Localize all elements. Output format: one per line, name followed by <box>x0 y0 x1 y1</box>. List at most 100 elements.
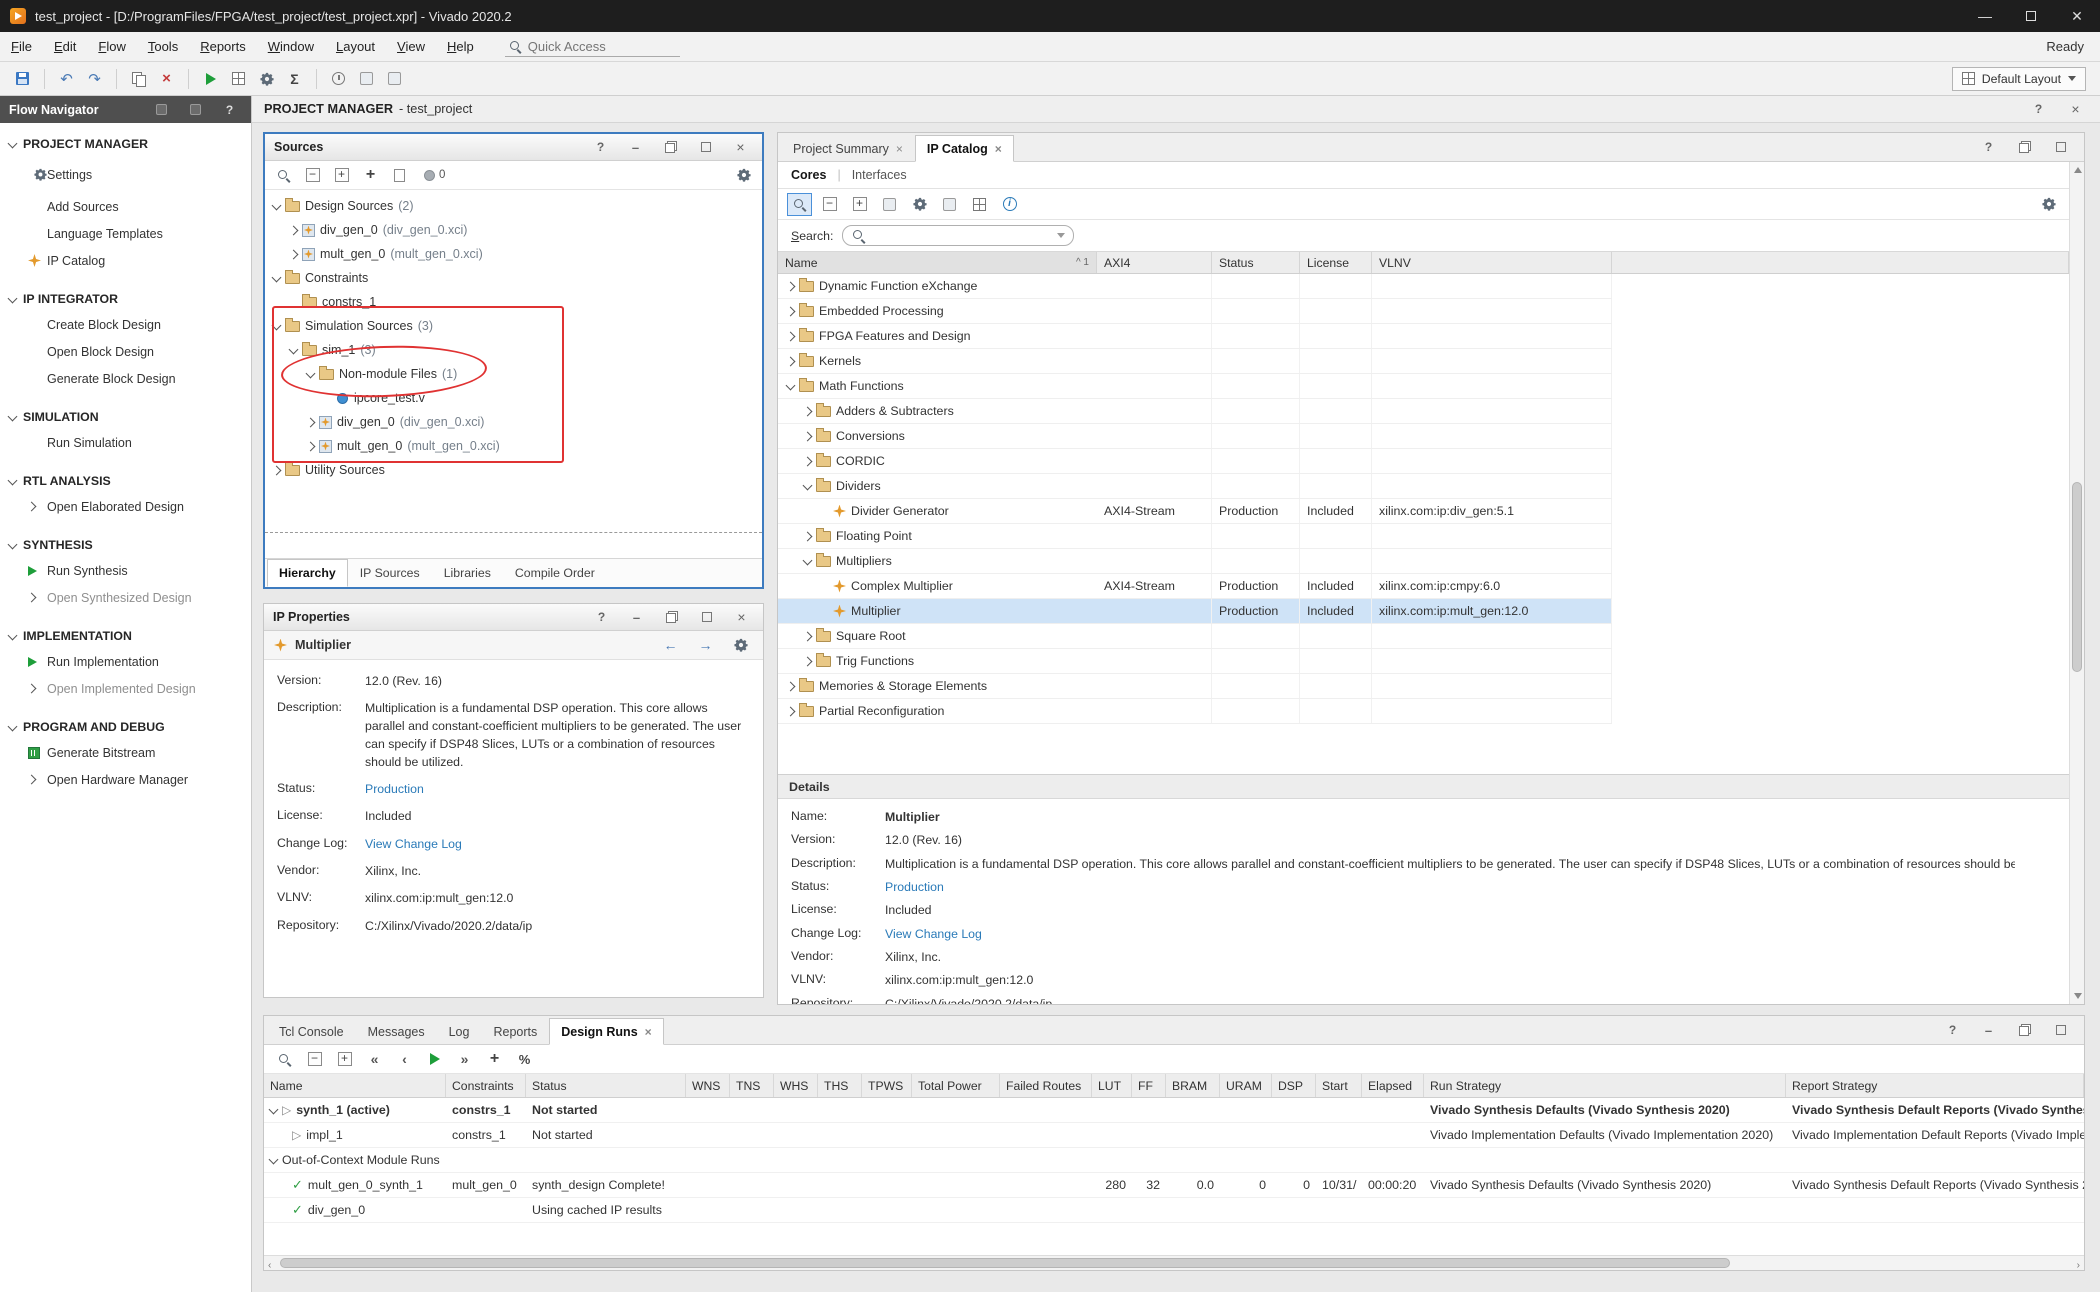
flownav-section-header-project-manager[interactable]: PROJECT MANAGER <box>0 132 251 156</box>
horizontal-scrollbar[interactable]: ‹ › <box>264 1255 2084 1270</box>
ip-catalog-row-complex-multiplier[interactable]: Complex MultiplierAXI4-StreamProductionI… <box>778 574 1612 599</box>
source-tree-item-constraints[interactable]: Constraints <box>265 266 762 290</box>
column-header-ths[interactable]: THS <box>818 1074 862 1097</box>
source-tree-item-non-module-files[interactable]: Non-module Files(1) <box>265 362 762 386</box>
info-icon[interactable]: i <box>997 193 1022 216</box>
column-header-name[interactable]: Name^ 1 <box>778 252 1097 273</box>
column-header-tpws[interactable]: TPWS <box>862 1074 912 1097</box>
flownav-section-header-ip-integrator[interactable]: IP INTEGRATOR <box>0 287 251 311</box>
flownav-item-run-synthesis[interactable]: Run Synthesis <box>0 557 251 584</box>
close-icon[interactable]: × <box>2063 98 2088 121</box>
float-icon[interactable] <box>2012 136 2037 159</box>
flownav-section-header-rtl-analysis[interactable]: RTL ANALYSIS <box>0 469 251 493</box>
chevron-right-icon[interactable] <box>803 656 813 666</box>
tab-ip-sources[interactable]: IP Sources <box>348 559 432 587</box>
chevron-down-icon[interactable] <box>306 368 316 378</box>
property-value[interactable]: Production <box>885 879 944 897</box>
delete-icon[interactable]: × <box>154 67 179 90</box>
column-header-constraints[interactable]: Constraints <box>446 1074 526 1097</box>
column-header-uram[interactable]: URAM <box>1220 1074 1272 1097</box>
maximize-icon[interactable] <box>694 606 719 629</box>
column-header-vlnv[interactable]: VLNV <box>1372 252 1612 273</box>
column-header-tns[interactable]: TNS <box>730 1074 774 1097</box>
help-icon[interactable]: ? <box>589 606 614 629</box>
column-header-ff[interactable]: FF <box>1132 1074 1166 1097</box>
column-header-status[interactable]: Status <box>526 1074 686 1097</box>
tab-compile-order[interactable]: Compile Order <box>503 559 607 587</box>
chevron-right-icon[interactable] <box>27 684 37 694</box>
expand-all-icon[interactable]: + <box>329 164 354 187</box>
chevron-right-icon[interactable] <box>272 465 282 475</box>
ip-catalog-row-adders-subtracters[interactable]: Adders & Subtracters <box>778 399 1612 424</box>
dock-icon[interactable] <box>149 98 174 121</box>
close-window-button[interactable]: ✕ <box>2054 0 2100 32</box>
chevron-down-icon[interactable] <box>8 539 18 549</box>
column-header-lut[interactable]: LUT <box>1092 1074 1132 1097</box>
percent-toggle-icon[interactable]: % <box>512 1048 537 1071</box>
expand-all-icon[interactable]: + <box>847 193 872 216</box>
help-icon[interactable]: ? <box>1976 136 2001 159</box>
forward-arrow-icon[interactable]: → <box>693 634 718 657</box>
ip-catalog-row-fpga-features-and-design[interactable]: FPGA Features and Design <box>778 324 1612 349</box>
chevron-down-icon[interactable] <box>803 480 813 490</box>
ip-catalog-row-conversions[interactable]: Conversions <box>778 424 1612 449</box>
menu-file[interactable]: File <box>0 39 43 54</box>
flownav-item-run-simulation[interactable]: Run Simulation <box>0 429 251 456</box>
help-icon[interactable]: ? <box>588 136 613 159</box>
scrollbar-thumb[interactable] <box>280 1258 1730 1268</box>
flownav-item-open-implemented-design[interactable]: Open Implemented Design <box>0 675 251 702</box>
link-icon[interactable] <box>937 193 962 216</box>
design-run-row-synth-1-active[interactable]: ▷synth_1 (active)constrs_1Not startedViv… <box>264 1098 2084 1123</box>
ip-catalog-row-multiplier[interactable]: MultiplierProductionIncludedxilinx.com:i… <box>778 599 1612 624</box>
chevron-down-icon[interactable] <box>803 555 813 565</box>
property-value[interactable]: View Change Log <box>365 836 462 854</box>
subtab-cores[interactable]: Cores <box>791 168 826 182</box>
sources-panel-header[interactable]: Sources ?–× <box>265 134 762 161</box>
column-header-status[interactable]: Status <box>1212 252 1300 273</box>
subtab-interfaces[interactable]: Interfaces <box>852 168 907 182</box>
edit-icon[interactable] <box>354 67 379 90</box>
design-run-row-impl-1[interactable]: ▷impl_1constrs_1Not startedVivado Implem… <box>264 1123 2084 1148</box>
undo-icon[interactable]: ↶ <box>54 67 79 90</box>
ip-search-input[interactable] <box>871 229 1052 243</box>
column-header-dsp[interactable]: DSP <box>1272 1074 1316 1097</box>
float-icon[interactable] <box>659 606 684 629</box>
ip-catalog-row-square-root[interactable]: Square Root <box>778 624 1612 649</box>
column-header-name[interactable]: Name <box>264 1074 446 1097</box>
ip-catalog-row-kernels[interactable]: Kernels <box>778 349 1612 374</box>
close-icon[interactable]: × <box>729 606 754 629</box>
search-icon[interactable] <box>272 1048 297 1071</box>
ip-properties-header[interactable]: IP Properties ?–× <box>264 604 763 631</box>
menu-reports[interactable]: Reports <box>189 39 257 54</box>
table-view-icon[interactable] <box>967 193 992 216</box>
add-sources-icon[interactable]: + <box>358 164 383 187</box>
chevron-right-icon[interactable] <box>803 631 813 641</box>
chevron-right-icon[interactable] <box>289 225 299 235</box>
chevron-right-icon[interactable] <box>306 441 316 451</box>
chevron-right-icon[interactable] <box>27 775 37 785</box>
close-tab-icon[interactable]: × <box>896 142 903 156</box>
save-icon[interactable] <box>10 67 35 90</box>
menu-window[interactable]: Window <box>257 39 325 54</box>
tab-design-runs[interactable]: Design Runs× <box>549 1018 663 1045</box>
maximize-icon[interactable] <box>2048 1019 2073 1042</box>
source-tree-item-div-gen-0[interactable]: div_gen_0(div_gen_0.xci) <box>265 410 762 434</box>
help-icon[interactable]: ? <box>217 98 242 121</box>
chevron-right-icon[interactable] <box>803 431 813 441</box>
menu-edit[interactable]: Edit <box>43 39 87 54</box>
flow-step-icon[interactable] <box>226 67 251 90</box>
flownav-item-open-synthesized-design[interactable]: Open Synthesized Design <box>0 584 251 611</box>
chevron-down-icon[interactable] <box>8 630 18 640</box>
copy-icon[interactable] <box>126 67 151 90</box>
chevron-right-icon[interactable] <box>786 306 796 316</box>
tab-libraries[interactable]: Libraries <box>432 559 503 587</box>
source-tree-item-simulation-sources[interactable]: Simulation Sources(3) <box>265 314 762 338</box>
flownav-section-header-implementation[interactable]: IMPLEMENTATION <box>0 624 251 648</box>
chevron-right-icon[interactable] <box>803 456 813 466</box>
flownav-section-header-simulation[interactable]: SIMULATION <box>0 405 251 429</box>
column-header-run-strategy[interactable]: Run Strategy <box>1424 1074 1786 1097</box>
menu-tools[interactable]: Tools <box>137 39 189 54</box>
customize-wrench-icon[interactable] <box>907 193 932 216</box>
design-run-row-div-gen-0[interactable]: ✓div_gen_0Using cached IP results <box>264 1198 2084 1223</box>
ip-catalog-row-floating-point[interactable]: Floating Point <box>778 524 1612 549</box>
